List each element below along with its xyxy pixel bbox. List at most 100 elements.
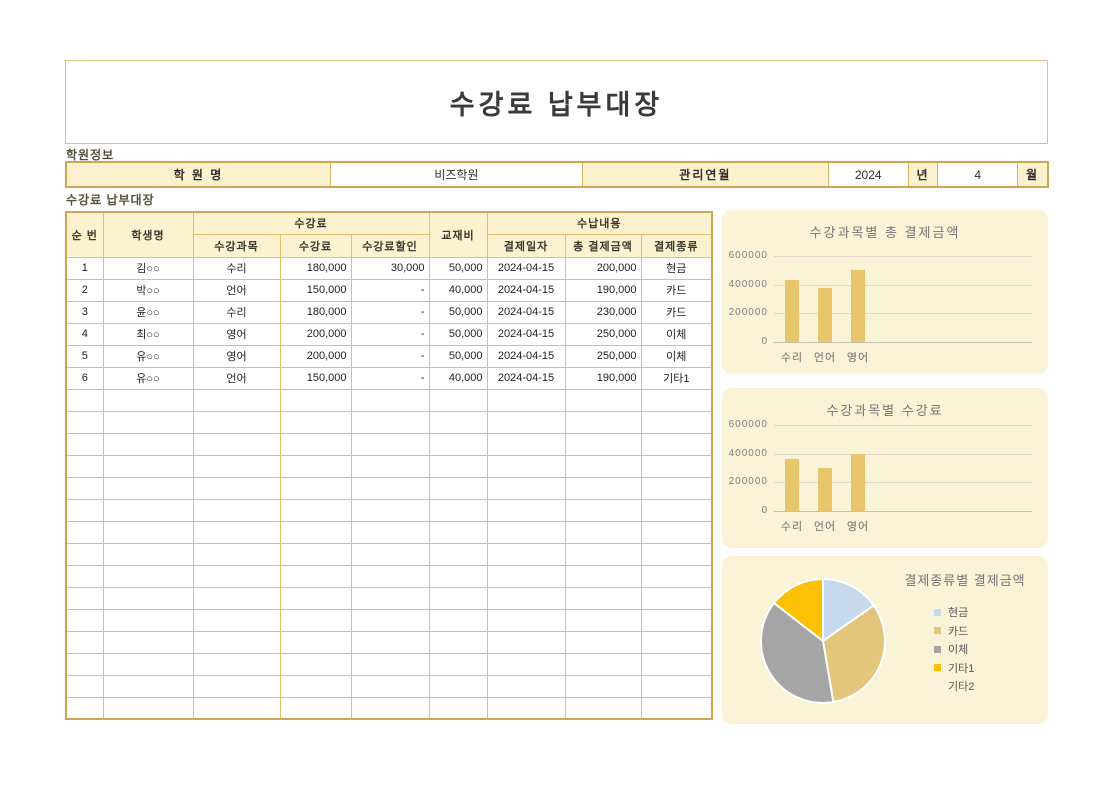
cell-empty[interactable] <box>192 586 281 610</box>
cell-empty[interactable] <box>102 388 194 412</box>
cell-empty[interactable] <box>279 630 352 654</box>
cell-date[interactable]: 2024-04-15 <box>486 256 566 280</box>
cell-empty[interactable] <box>279 520 352 544</box>
cell-empty[interactable] <box>350 476 430 500</box>
cell-empty[interactable] <box>350 652 430 676</box>
cell-empty[interactable] <box>65 498 104 522</box>
cell-empty[interactable] <box>428 630 488 654</box>
cell-empty[interactable] <box>192 652 281 676</box>
cell-empty[interactable] <box>192 498 281 522</box>
cell-student[interactable]: 윤○○ <box>102 300 194 324</box>
cell-empty[interactable] <box>564 410 642 434</box>
cell-empty[interactable] <box>279 454 352 478</box>
cell-discount[interactable]: - <box>350 278 430 302</box>
cell-empty[interactable] <box>65 432 104 456</box>
cell-empty[interactable] <box>486 498 566 522</box>
cell-empty[interactable] <box>640 432 713 456</box>
pie-chart[interactable] <box>756 574 890 708</box>
cell-empty[interactable] <box>350 696 430 720</box>
cell-empty[interactable] <box>564 564 642 588</box>
cell-empty[interactable] <box>564 454 642 478</box>
cell-empty[interactable] <box>564 674 642 698</box>
cell-tuition[interactable]: 180,000 <box>279 300 352 324</box>
cell-empty[interactable] <box>102 476 194 500</box>
cell-tuition[interactable]: 200,000 <box>279 322 352 346</box>
cell-empty[interactable] <box>428 542 488 566</box>
cell-total[interactable]: 190,000 <box>564 366 642 390</box>
cell-empty[interactable] <box>486 454 566 478</box>
cell-subject[interactable]: 수리 <box>192 300 281 324</box>
cell-empty[interactable] <box>428 476 488 500</box>
cell-empty[interactable] <box>486 520 566 544</box>
cell-empty[interactable] <box>486 674 566 698</box>
cell-empty[interactable] <box>102 432 194 456</box>
cell-empty[interactable] <box>350 388 430 412</box>
cell-empty[interactable] <box>279 696 352 720</box>
cell-empty[interactable] <box>564 476 642 500</box>
cell-empty[interactable] <box>65 696 104 720</box>
cell-empty[interactable] <box>564 520 642 544</box>
header-student[interactable]: 학생명 <box>102 211 194 258</box>
cell-no[interactable]: 3 <box>65 300 104 324</box>
cell-empty[interactable] <box>350 432 430 456</box>
cell-empty[interactable] <box>102 542 194 566</box>
academy-name-value[interactable]: 비즈학원 <box>329 163 582 186</box>
cell-book[interactable]: 50,000 <box>428 322 488 346</box>
cell-empty[interactable] <box>279 674 352 698</box>
cell-subject[interactable]: 영어 <box>192 322 281 346</box>
cell-student[interactable]: 유○○ <box>102 366 194 390</box>
cell-total[interactable]: 250,000 <box>564 322 642 346</box>
cell-no[interactable]: 5 <box>65 344 104 368</box>
cell-type[interactable]: 카드 <box>640 300 713 324</box>
cell-empty[interactable] <box>640 630 713 654</box>
cell-empty[interactable] <box>428 696 488 720</box>
year-value[interactable]: 2024 <box>827 163 908 186</box>
header-total-amount[interactable]: 총 결제금액 <box>564 233 642 258</box>
cell-empty[interactable] <box>350 542 430 566</box>
cell-empty[interactable] <box>428 520 488 544</box>
cell-discount[interactable]: - <box>350 366 430 390</box>
cell-total[interactable]: 200,000 <box>564 256 642 280</box>
chart-tuition-by-subject[interactable]: 수강과목별 수강료 600000 400000 200000 0 수리 언어 영어 <box>722 388 1048 548</box>
cell-empty[interactable] <box>102 696 194 720</box>
cell-empty[interactable] <box>428 432 488 456</box>
cell-empty[interactable] <box>279 388 352 412</box>
cell-empty[interactable] <box>65 388 104 412</box>
cell-discount[interactable]: 30,000 <box>350 256 430 280</box>
header-tuition-group[interactable]: 수강료 <box>192 211 430 235</box>
cell-subject[interactable]: 언어 <box>192 278 281 302</box>
cell-empty[interactable] <box>192 542 281 566</box>
cell-empty[interactable] <box>564 498 642 522</box>
cell-type[interactable]: 기타1 <box>640 366 713 390</box>
cell-type[interactable]: 카드 <box>640 278 713 302</box>
cell-empty[interactable] <box>279 498 352 522</box>
cell-empty[interactable] <box>279 608 352 632</box>
cell-empty[interactable] <box>486 696 566 720</box>
cell-empty[interactable] <box>102 674 194 698</box>
cell-total[interactable]: 250,000 <box>564 344 642 368</box>
cell-empty[interactable] <box>102 520 194 544</box>
cell-empty[interactable] <box>428 674 488 698</box>
cell-empty[interactable] <box>350 520 430 544</box>
cell-book[interactable]: 50,000 <box>428 344 488 368</box>
cell-empty[interactable] <box>65 608 104 632</box>
cell-empty[interactable] <box>428 454 488 478</box>
cell-empty[interactable] <box>279 476 352 500</box>
cell-empty[interactable] <box>279 652 352 676</box>
cell-total[interactable]: 230,000 <box>564 300 642 324</box>
cell-type[interactable]: 현금 <box>640 256 713 280</box>
cell-empty[interactable] <box>486 586 566 610</box>
cell-empty[interactable] <box>102 454 194 478</box>
cell-empty[interactable] <box>192 432 281 456</box>
cell-empty[interactable] <box>640 586 713 610</box>
cell-empty[interactable] <box>102 564 194 588</box>
cell-empty[interactable] <box>350 586 430 610</box>
cell-book[interactable]: 50,000 <box>428 300 488 324</box>
header-subject[interactable]: 수강과목 <box>192 233 281 258</box>
cell-date[interactable]: 2024-04-15 <box>486 278 566 302</box>
cell-empty[interactable] <box>640 476 713 500</box>
cell-date[interactable]: 2024-04-15 <box>486 300 566 324</box>
cell-empty[interactable] <box>350 454 430 478</box>
chart-total-payment-by-subject[interactable]: 수강과목별 총 결제금액 600000 400000 200000 0 수리 언어 영어 <box>722 210 1048 374</box>
cell-total[interactable]: 190,000 <box>564 278 642 302</box>
